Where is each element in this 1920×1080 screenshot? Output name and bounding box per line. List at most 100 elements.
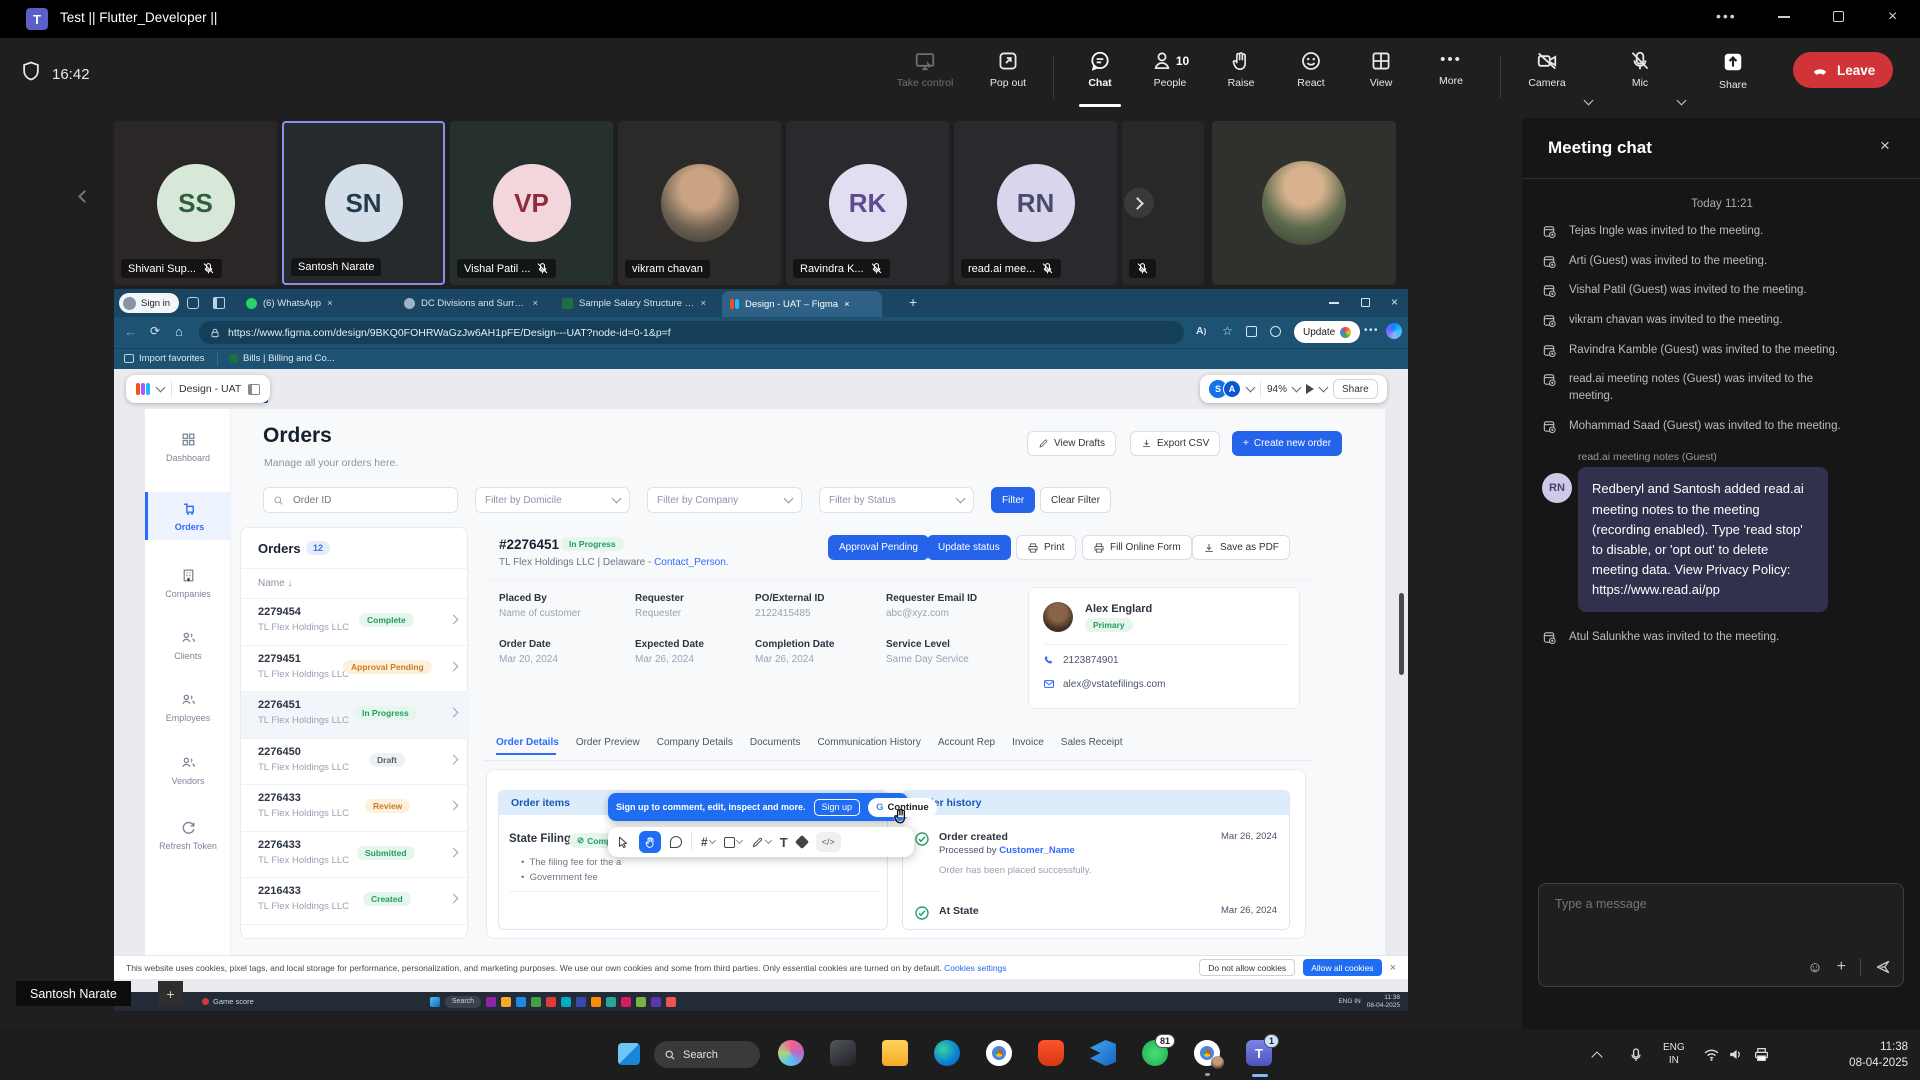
taskbar-app-icon[interactable] [830, 1040, 856, 1066]
browser-close-icon[interactable]: × [1391, 295, 1398, 309]
vertical-tabs-icon[interactable] [213, 297, 225, 309]
camera-dropdown-icon[interactable] [1584, 96, 1594, 106]
minimize-button[interactable] [1778, 16, 1790, 18]
present-chevron-icon[interactable] [1319, 383, 1329, 393]
tray-device-icon[interactable] [1753, 1046, 1770, 1063]
sidebar-item-orders[interactable]: Orders [145, 492, 231, 540]
browser-menu-icon[interactable]: ••• [1364, 325, 1379, 336]
mic-button[interactable]: Mic [1605, 50, 1675, 89]
titlebar-more-icon[interactable]: ••• [1716, 8, 1737, 24]
browser-tab[interactable]: (6) WhatsApp × [238, 289, 388, 317]
refresh-icon[interactable]: ⟳ [150, 324, 160, 338]
hand-tool-active[interactable] [639, 831, 661, 853]
cookie-close-icon[interactable]: × [1390, 962, 1396, 974]
export-csv-button[interactable]: Export CSV [1130, 431, 1220, 456]
figma-share-button[interactable]: Share [1333, 379, 1378, 399]
close-button[interactable]: × [1888, 8, 1897, 26]
clear-filter-button[interactable]: Clear Filter [1040, 487, 1111, 513]
tab-company-details[interactable]: Company Details [657, 737, 733, 748]
frame-tool-icon[interactable]: # [701, 835, 708, 849]
tray-wifi-icon[interactable] [1703, 1046, 1720, 1063]
shared-search-pill[interactable]: Search [445, 996, 481, 1008]
mic-dropdown-icon[interactable] [1677, 96, 1687, 106]
view-button[interactable]: View [1346, 50, 1416, 89]
sidebar-item-vendors[interactable]: Vendors [145, 754, 231, 786]
chat-message-input[interactable] [1553, 896, 1883, 912]
share-button[interactable]: Share [1698, 50, 1768, 91]
tab-communication-history[interactable]: Communication History [817, 737, 920, 748]
taskbar-teams-icon[interactable]: T1 [1246, 1040, 1272, 1066]
video-tile-photo[interactable] [1212, 121, 1396, 285]
taskbar-chrome-icon[interactable] [986, 1040, 1012, 1066]
browser-tab[interactable]: DC Divisions and Surroundings × [396, 289, 546, 317]
chat-close-icon[interactable]: × [1880, 136, 1890, 156]
leave-button[interactable]: Leave [1793, 52, 1893, 88]
filter-status-select[interactable]: Filter by Status [819, 487, 974, 513]
figma-menu-chevron-icon[interactable] [156, 383, 166, 393]
create-new-order-button[interactable]: +Create new order [1232, 431, 1342, 456]
print-button[interactable]: Print [1016, 535, 1076, 560]
edge-copilot-icon[interactable] [1386, 323, 1402, 339]
raise-button[interactable]: Raise [1206, 50, 1276, 89]
order-row[interactable]: 2279454TL Flex Holdings LLCComplete [241, 599, 469, 646]
score-widget[interactable]: Game score [202, 997, 254, 1006]
sign-up-button[interactable]: Sign up [814, 799, 861, 816]
zoom-chevron-icon[interactable] [1292, 383, 1302, 393]
sidebar-item-companies[interactable]: Companies [145, 567, 231, 599]
order-row[interactable]: 2276450TL Flex Holdings LLCDraft [241, 739, 469, 786]
taskbar-copilot-icon[interactable] [778, 1040, 804, 1066]
bookmark-import-favorites[interactable]: Import favorites [124, 353, 204, 364]
update-button[interactable]: Update [1294, 321, 1360, 343]
browser-tab-active[interactable]: Design - UAT – Figma × [722, 291, 882, 317]
comment-tool-icon[interactable] [670, 836, 682, 848]
more-button[interactable]: ••• More [1416, 50, 1486, 87]
tab-close-icon[interactable]: × [700, 298, 706, 309]
video-tile[interactable]: vikram chavan [618, 121, 781, 285]
allow-cookies-button[interactable]: Allow all cookies [1303, 959, 1381, 976]
tab-account-rep[interactable]: Account Rep [938, 737, 995, 748]
taskbar-brave-icon[interactable] [1038, 1040, 1064, 1066]
tab-documents[interactable]: Documents [750, 737, 801, 748]
move-tool-icon[interactable] [616, 835, 630, 849]
attach-plus-icon[interactable]: + [1837, 958, 1846, 976]
figma-logo-icon[interactable] [136, 383, 150, 395]
column-header[interactable]: Name ↓ [258, 578, 292, 589]
sidebar-item-clients[interactable]: Clients [145, 629, 231, 661]
contact-email[interactable]: alex@vstatefilings.com [1043, 678, 1165, 690]
browser-restore-icon[interactable] [1361, 298, 1370, 307]
video-tile-active[interactable]: SN Santosh Narate [282, 121, 445, 285]
filter-domicile-select[interactable]: Filter by Domicile [475, 487, 630, 513]
approval-pending-button[interactable]: Approval Pending [828, 535, 929, 560]
tab-close-icon[interactable]: × [327, 298, 333, 309]
save-as-pdf-button[interactable]: Save as PDF [1192, 535, 1290, 560]
people-button[interactable]: 10 People [1135, 50, 1205, 89]
collections-icon[interactable] [1270, 326, 1281, 337]
security-shield-icon[interactable] [20, 60, 42, 82]
start-button[interactable] [618, 1043, 640, 1065]
fill-online-form-button[interactable]: Fill Online Form [1082, 535, 1192, 560]
filter-button[interactable]: Filter [991, 487, 1035, 513]
filter-company-select[interactable]: Filter by Company [647, 487, 802, 513]
new-tab-icon[interactable]: + [909, 294, 917, 310]
taskbar-search[interactable]: Search [654, 1041, 760, 1068]
sidebar-item-employees[interactable]: Employees [145, 691, 231, 723]
video-tile[interactable]: VP Vishal Patil ... [450, 121, 613, 285]
sort-desc-icon[interactable]: ↓ [287, 578, 292, 589]
update-status-button[interactable]: Update status [927, 535, 1011, 560]
video-tile[interactable]: RK Ravindra K... [786, 121, 949, 285]
pop-out-button[interactable]: Pop out [973, 50, 1043, 89]
order-id-input[interactable] [291, 494, 431, 507]
tab-close-icon[interactable]: × [844, 299, 850, 310]
present-icon[interactable] [1306, 384, 1314, 394]
cookie-settings-link[interactable]: Cookies settings [944, 963, 1006, 973]
maximize-button[interactable] [1833, 11, 1844, 22]
sidebar-item-refresh-token[interactable]: Refresh Token [145, 819, 231, 851]
read-aloud-icon[interactable]: A) [1196, 325, 1206, 337]
react-button[interactable]: React [1276, 50, 1346, 89]
pen-tool-icon[interactable] [751, 836, 764, 849]
tab-close-icon[interactable]: × [532, 298, 538, 309]
url-field[interactable]: https://www.figma.com/design/9BKQ0FOHRWa… [199, 321, 1184, 344]
tab-sales-receipt[interactable]: Sales Receipt [1061, 737, 1123, 748]
taskbar-edge-icon[interactable] [934, 1040, 960, 1066]
customer-name-link[interactable]: Customer_Name [999, 845, 1075, 856]
